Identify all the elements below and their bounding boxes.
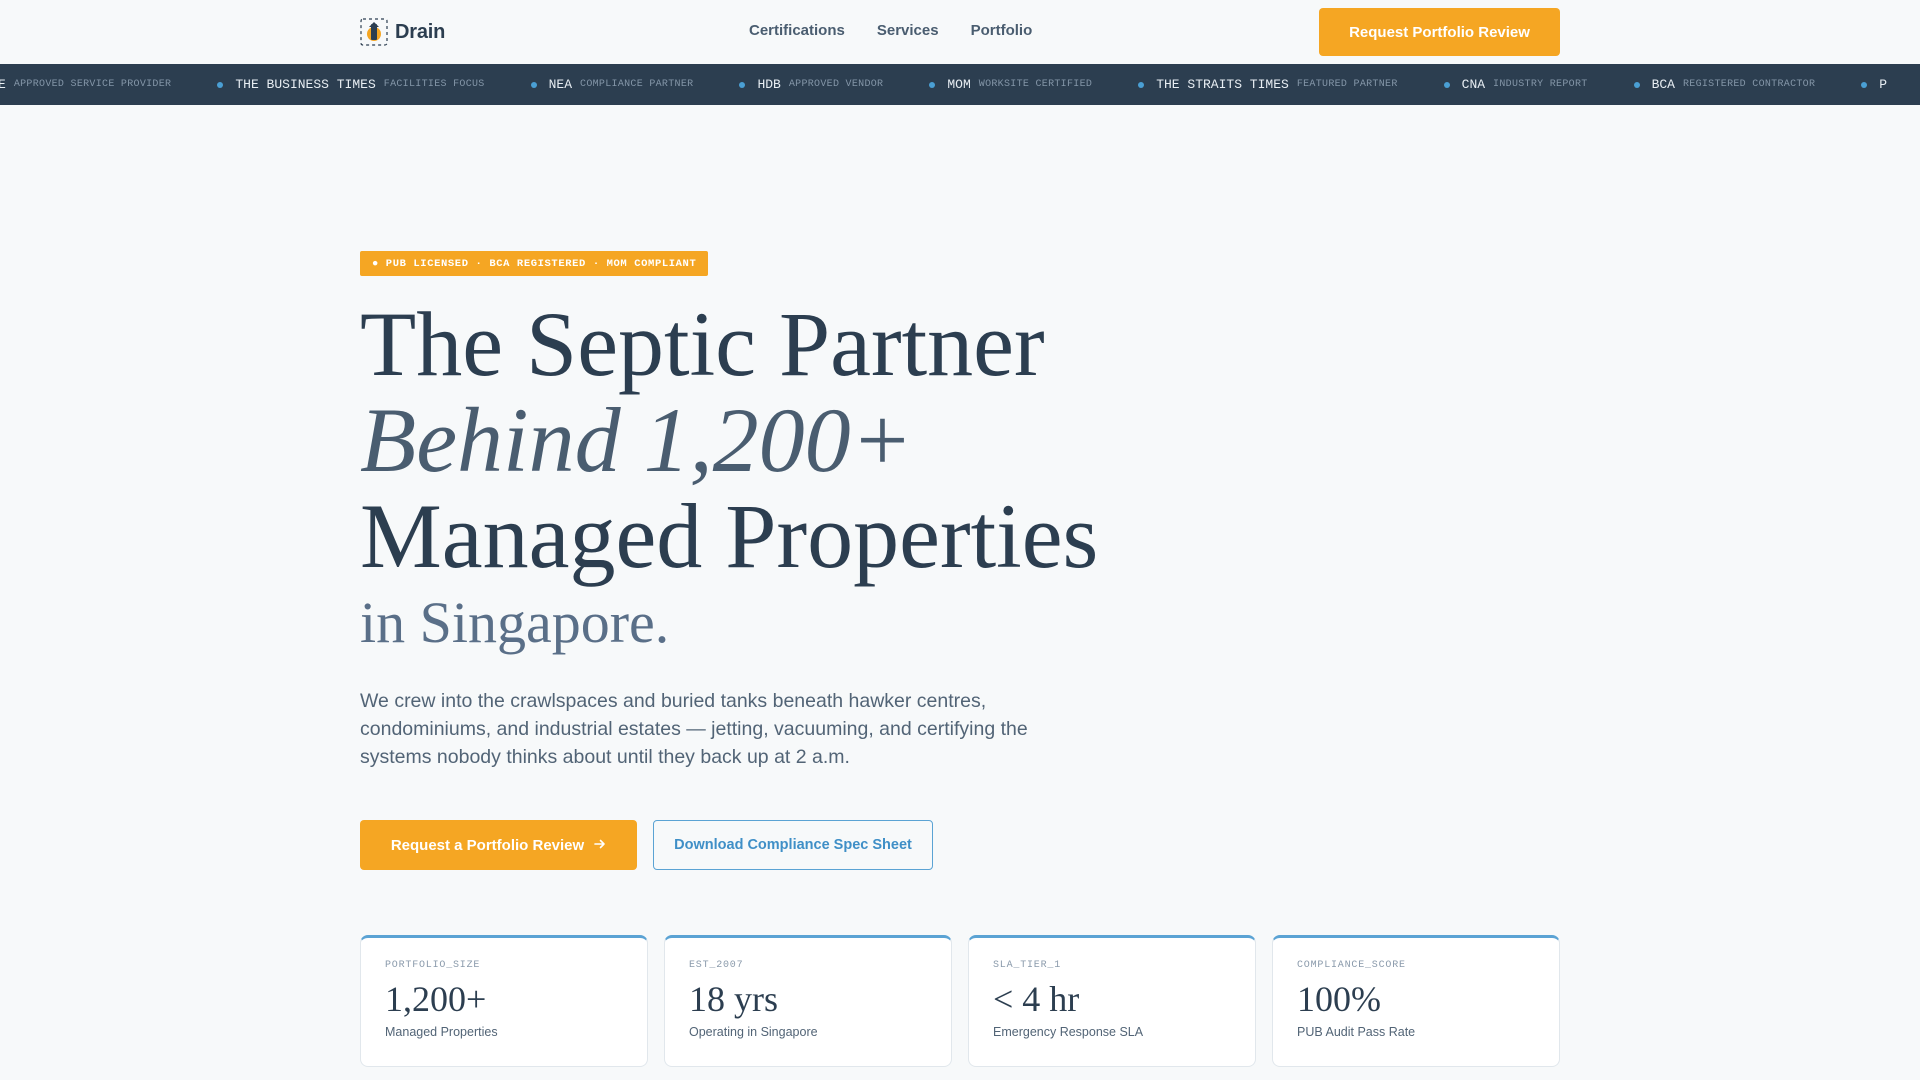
ticker-dot-icon (739, 81, 746, 88)
stat-card-sla: SLA_TIER_1 < 4 hr Emergency Response SLA (968, 935, 1256, 1067)
ticker-item: THE BUSINESS TIMES FACILITIES FOCUS (217, 77, 484, 92)
hero-description: We crew into the crawlspaces and buried … (360, 690, 1028, 768)
ticker-dot-icon (530, 81, 537, 88)
ticker-dot-icon (1633, 81, 1640, 88)
main-nav: Certifications Services Portfolio (749, 22, 1032, 39)
hero-title-line-3: Managed Properties (360, 485, 1099, 587)
stat-card-compliance: COMPLIANCE_SCORE 100% PUB Audit Pass Rat… (1272, 935, 1560, 1067)
stat-label: Emergency Response SLA (993, 1025, 1144, 1039)
stat-label: Operating in Singapore (689, 1025, 818, 1039)
partner-ticker: E APPROVED SERVICE PROVIDER THE BUSINESS… (0, 64, 1920, 105)
logo[interactable]: Drain (360, 17, 445, 47)
ticker-item-name: NEA (548, 77, 573, 92)
ticker-item: P (1861, 77, 1895, 92)
hero-title-line-2: Behind 1,200+ (360, 389, 913, 491)
ticker-item: THE STRAITS TIMES FEATURED PARTNER (1138, 77, 1397, 92)
ticker-track: E APPROVED SERVICE PROVIDER THE BUSINESS… (0, 64, 1920, 105)
ticker-item: E APPROVED SERVICE PROVIDER (0, 77, 171, 92)
stat-card-portfolio-size: PORTFOLIO_SIZE 1,200+ Managed Properties (360, 935, 648, 1067)
ticker-item-name: THE BUSINESS TIMES (235, 77, 376, 92)
stat-key: PORTFOLIO_SIZE (385, 960, 481, 971)
ticker-dot-icon (1138, 81, 1145, 88)
ticker-item-desc: APPROVED VENDOR (788, 79, 884, 90)
stat-label: PUB Audit Pass Rate (1297, 1025, 1416, 1039)
request-a-portfolio-review-button[interactable]: Request a Portfolio Review (360, 820, 637, 870)
ticker-item: BCA REGISTERED CONTRACTOR (1633, 77, 1816, 92)
hero-title: The Septic Partner Behind 1,200+ Managed… (360, 296, 1098, 662)
ticker-item: HDB APPROVED VENDOR (739, 77, 883, 92)
ticker-item-name: CNA (1461, 77, 1486, 92)
stat-value: 1,200+ (385, 979, 487, 1019)
ticker-item-desc: REGISTERED CONTRACTOR (1682, 79, 1816, 90)
ticker-item-name: BCA (1651, 77, 1675, 92)
certification-badge: ● PUB LICENSED · BCA REGISTERED · MOM CO… (360, 251, 709, 276)
hero-title-line-1: The Septic Partner (360, 293, 1045, 395)
download-compliance-spec-sheet-button[interactable]: Download Compliance Spec Sheet (653, 820, 933, 870)
ticker-item-desc: WORKSITE CERTIFIED (978, 79, 1093, 90)
ticker-dot-icon (1861, 81, 1868, 88)
arrow-right-icon (594, 837, 606, 854)
ticker-dot-icon (929, 81, 936, 88)
stat-key: COMPLIANCE_SCORE (1297, 960, 1406, 971)
ticker-item: CNA INDUSTRY REPORT (1443, 77, 1588, 92)
ticker-dot-icon (1443, 81, 1450, 88)
ticker-item-name: THE STRAITS TIMES (1156, 77, 1289, 92)
ticker-item-desc: APPROVED SERVICE PROVIDER (13, 79, 172, 90)
stat-card-years: EST_2007 18 yrs Operating in Singapore (664, 935, 952, 1067)
logo-text: Drain (395, 20, 446, 43)
ticker-item-desc: FEATURED PARTNER (1296, 79, 1398, 90)
site-header: Drain Certifications Services Portfolio … (0, 0, 1920, 64)
stat-value: 18 yrs (689, 979, 778, 1019)
ticker-item-desc: INDUSTRY REPORT (1493, 79, 1588, 90)
stat-key: EST_2007 (689, 960, 744, 971)
hero-title-line-4: in Singapore. (360, 590, 670, 655)
ticker-item: NEA COMPLIANCE PARTNER (530, 77, 694, 92)
drain-logo-icon (360, 18, 388, 46)
stat-label: Managed Properties (385, 1025, 498, 1039)
stat-value: 100% (1297, 979, 1381, 1019)
request-portfolio-review-button[interactable]: Request Portfolio Review (1319, 8, 1560, 56)
primary-cta-label: Request a Portfolio Review (390, 836, 585, 854)
ticker-item-name: HDB (757, 77, 781, 92)
ticker-item-desc: COMPLIANCE PARTNER (580, 79, 694, 90)
ticker-item: MOM WORKSITE CERTIFIED (929, 77, 1092, 92)
ticker-item-name: MOM (947, 77, 971, 92)
stat-value: < 4 hr (993, 979, 1080, 1019)
ticker-item-name: P (1879, 77, 1888, 92)
ticker-item-name: E (0, 77, 6, 92)
ticker-dot-icon (217, 81, 224, 88)
stat-key: SLA_TIER_1 (993, 960, 1062, 971)
nav-portfolio[interactable]: Portfolio (971, 22, 1033, 39)
nav-certifications[interactable]: Certifications (749, 22, 845, 39)
ticker-item-desc: FACILITIES FOCUS (383, 79, 485, 90)
stats-row: PORTFOLIO_SIZE 1,200+ Managed Properties… (360, 935, 1560, 1067)
nav-services[interactable]: Services (877, 22, 939, 39)
